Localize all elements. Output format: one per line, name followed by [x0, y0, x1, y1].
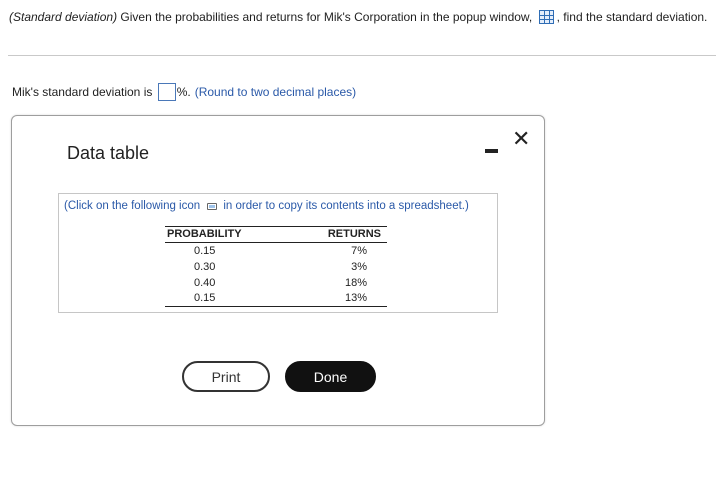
done-button[interactable]: Done — [285, 361, 376, 392]
popup-title: Data table — [67, 143, 150, 163]
close-icon[interactable]: ✕ — [512, 128, 530, 150]
copy-note-after: in order to copy its contents into a spr… — [223, 200, 469, 212]
returns-cell: 13% — [315, 290, 387, 307]
probability-cell: 0.15 — [194, 244, 216, 257]
question-body: Given the probabilities and returns for … — [117, 10, 536, 24]
minimize-icon[interactable] — [485, 149, 498, 153]
returns-table: PROBABILITY RETURNS 0.15 7% 0.30 3% 0.40… — [165, 226, 387, 307]
divider — [8, 55, 716, 56]
returns-cell: 7% — [351, 244, 367, 257]
table-row: 0.15 13% — [165, 290, 387, 307]
table-row: 0.15 7% — [165, 243, 387, 259]
returns-cell: 3% — [351, 260, 367, 273]
returns-cell: 18% — [344, 276, 367, 289]
spreadsheet-grid-icon[interactable] — [538, 10, 554, 24]
copy-instruction: (Click on the following icon in order to… — [64, 200, 469, 212]
probability-cell: 0.15 — [165, 290, 315, 307]
answer-prefix: Mik's standard deviation is — [12, 85, 156, 99]
print-button[interactable]: Print — [182, 361, 270, 392]
copy-icon[interactable] — [207, 203, 218, 210]
data-table-frame: (Click on the following icon in order to… — [58, 193, 498, 313]
question-body-end: , find the standard deviation. — [556, 10, 708, 24]
question-text: (Standard deviation) Given the probabili… — [9, 10, 707, 24]
probability-cell: 0.40 — [194, 276, 216, 289]
rounding-hint: (Round to two decimal places) — [194, 85, 357, 99]
std-dev-input[interactable] — [157, 83, 176, 101]
answer-line: Mik's standard deviation is %. (Round to … — [12, 83, 356, 101]
header-returns: RETURNS — [315, 226, 387, 243]
copy-note-before: (Click on the following icon — [64, 200, 204, 212]
data-table-popup: Data table ✕ (Click on the following ico… — [11, 115, 545, 426]
answer-suffix: %. — [176, 85, 191, 99]
header-probability: PROBABILITY — [165, 226, 315, 243]
table-row: 0.30 3% — [165, 259, 387, 275]
question-label: (Standard deviation) — [9, 10, 118, 24]
probability-cell: 0.30 — [194, 260, 216, 273]
table-row: 0.40 18% — [165, 275, 387, 291]
